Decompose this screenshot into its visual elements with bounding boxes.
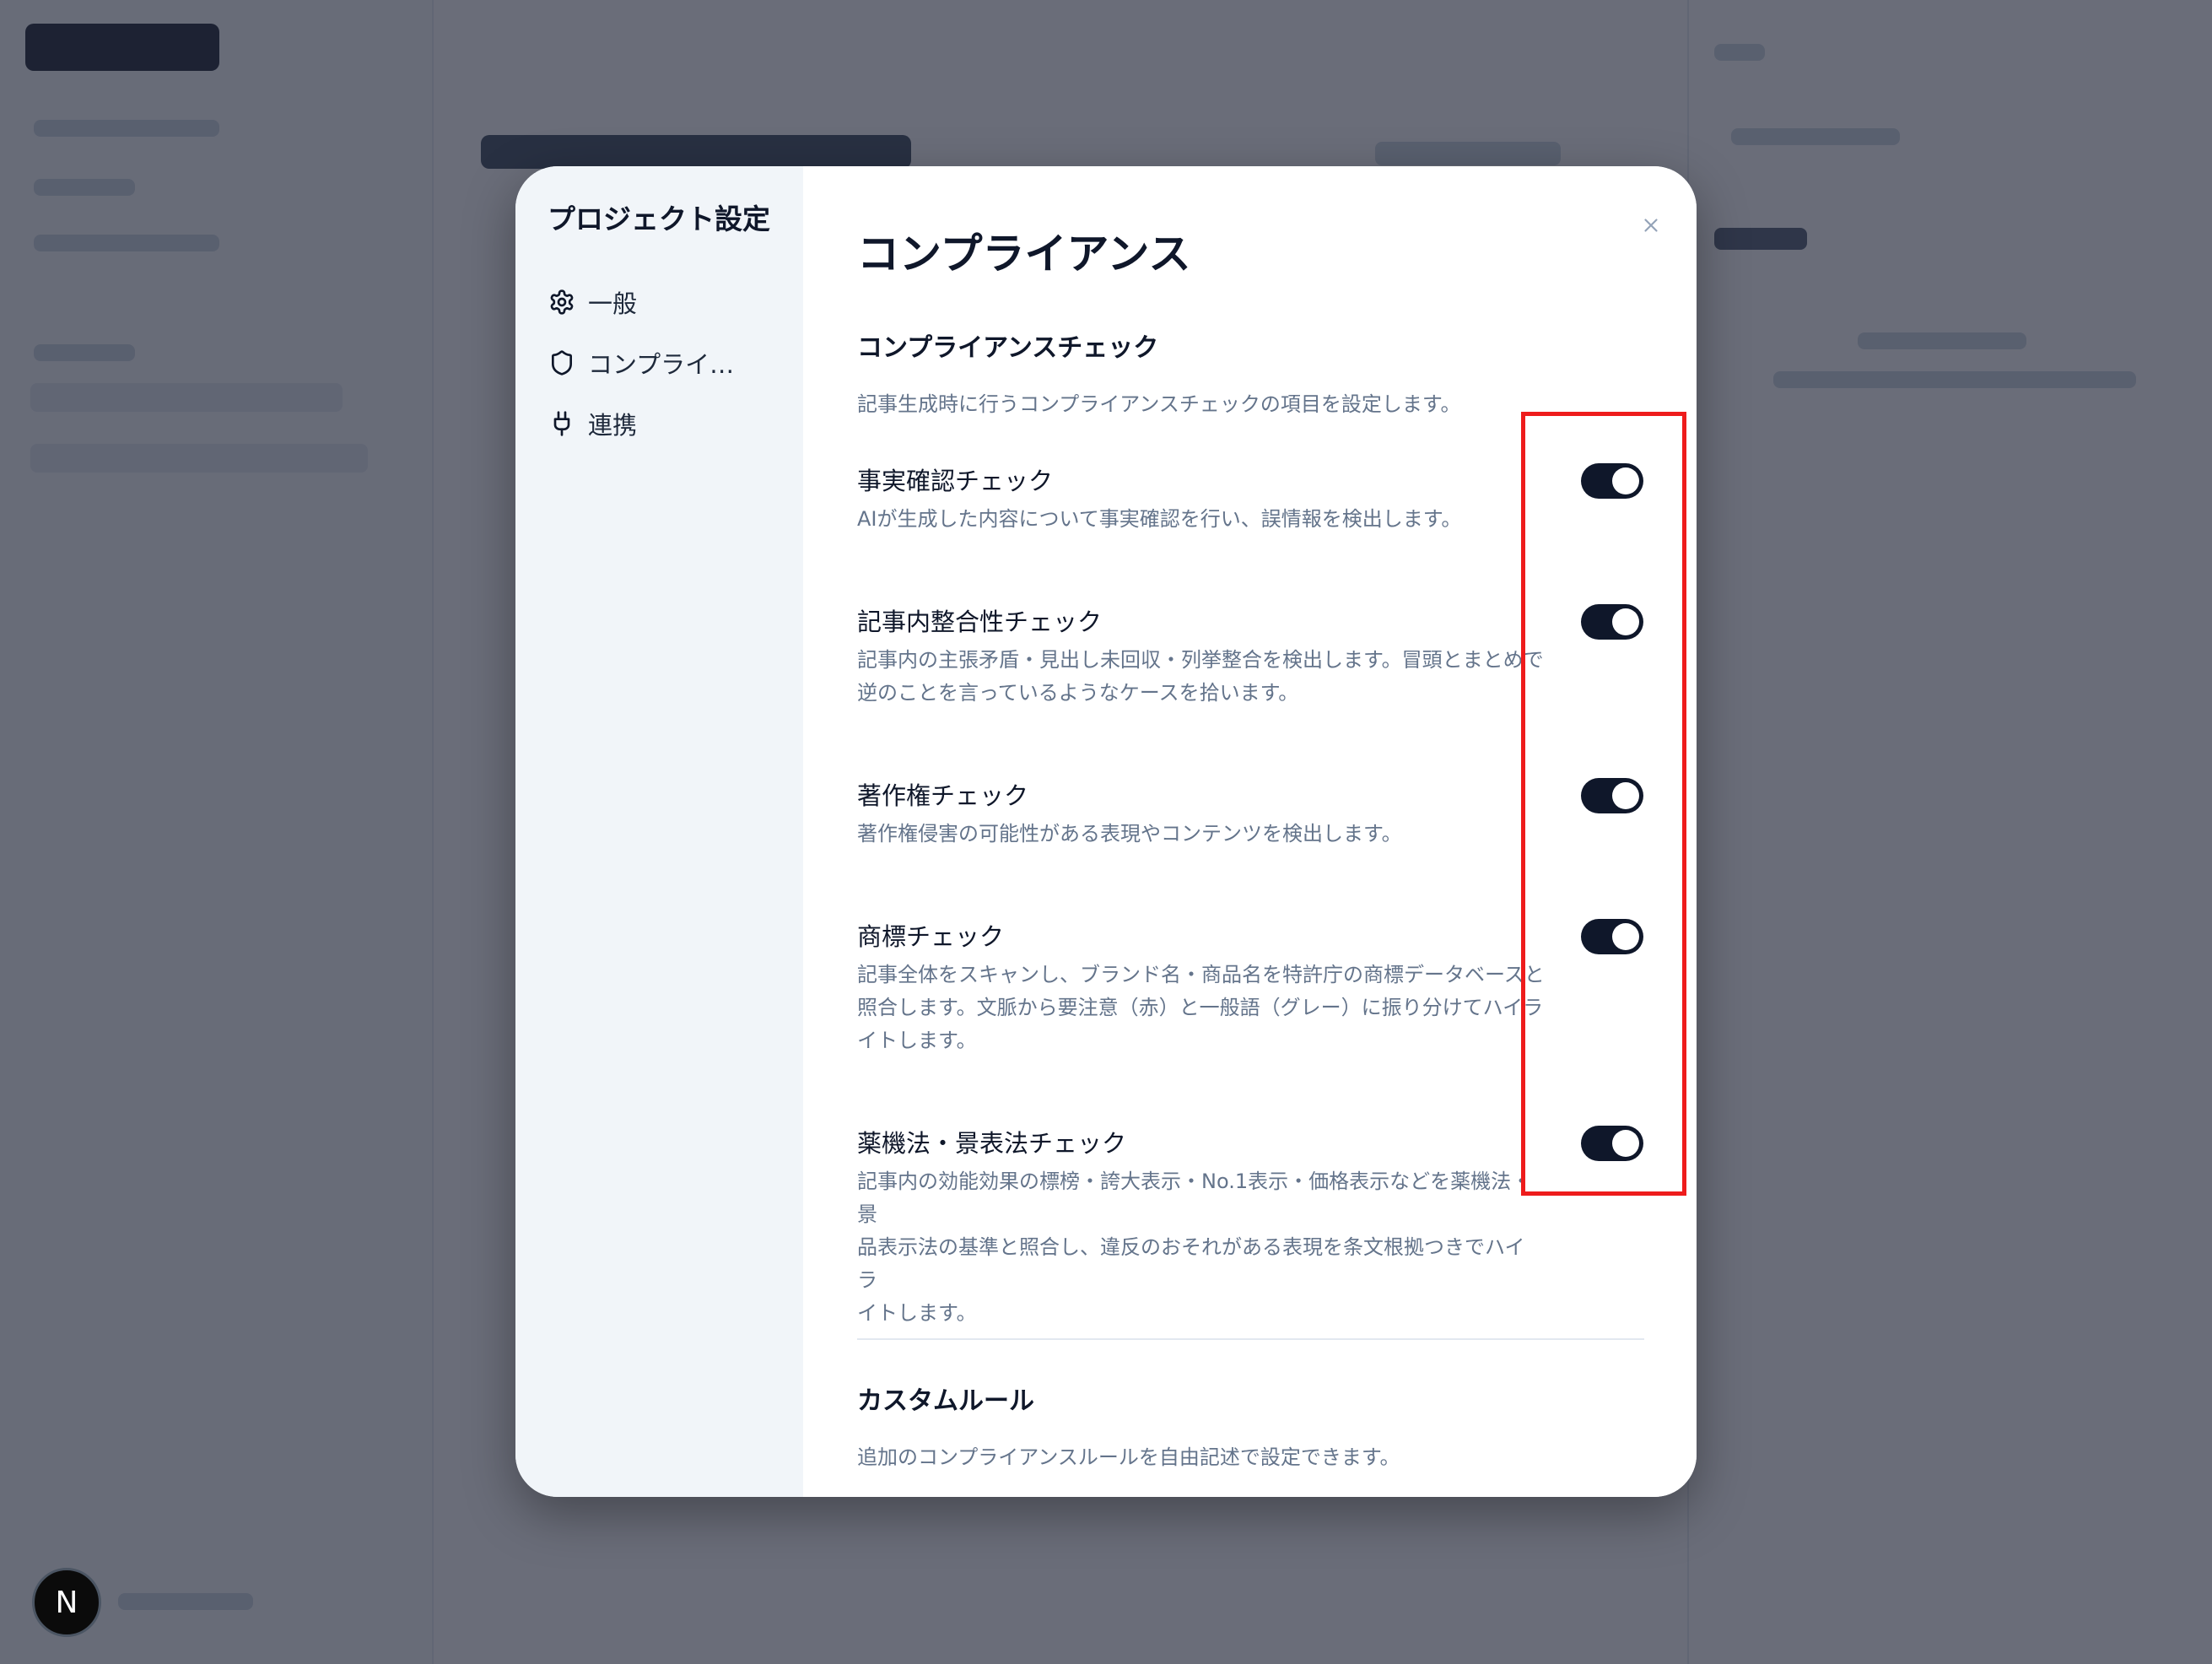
custom-rules-heading: カスタムルール <box>857 1386 1034 1416</box>
pharma-law-check-description: 記事内の効能効果の標榜・誇大表示・No.1表示・価格表示などを薬機法・景 品表示… <box>857 1170 1532 1325</box>
page-title: コンプライアンス <box>857 230 1191 278</box>
trademark-check-description: 記事全体をスキャンし、ブランド名・商品名を特許庁の商標データベースと 照合します… <box>857 963 1545 1052</box>
consistency-check-description: 記事内の主張矛盾・見出し未回収・列挙整合を検出します。冒頭とまとめで 逆のことを… <box>857 648 1544 705</box>
nav-item-general-label: 一般 <box>588 289 638 318</box>
nav-item-integrations[interactable]: 連携 <box>548 402 792 445</box>
fact-check-description: AIが生成した内容について事実確認を行い、誤情報を検出します。 <box>857 507 1462 531</box>
gear-icon <box>548 288 576 316</box>
annotation-highlight-box <box>1521 412 1686 1196</box>
nav-item-general[interactable]: 一般 <box>548 281 792 323</box>
pharma-law-check-title: 薬機法・景表法チェック <box>857 1129 1127 1158</box>
close-button[interactable] <box>1627 203 1675 251</box>
nav-item-compliance-label: コンプライア... <box>588 350 757 379</box>
close-icon <box>1640 214 1662 240</box>
nav-item-compliance[interactable]: コンプライア... <box>548 342 792 384</box>
fact-check-title: 事実確認チェック <box>857 467 1054 495</box>
nextjs-dev-badge[interactable]: N <box>32 1568 101 1637</box>
compliance-check-description: 記事生成時に行うコンプライアンスチェックの項目を設定します。 <box>857 392 1461 416</box>
custom-rules-description: 追加のコンプライアンスルールを自由記述で設定できます。 <box>857 1445 1400 1469</box>
settings-nav: プロジェクト設定 一般 コンプライア... 連携 <box>515 166 803 1497</box>
plug-icon <box>548 409 576 438</box>
nextjs-logo-icon: N <box>55 1585 78 1620</box>
shield-icon <box>548 348 576 377</box>
trademark-check-title: 商標チェック <box>857 922 1005 951</box>
section-divider <box>857 1338 1644 1340</box>
consistency-check-title: 記事内整合性チェック <box>857 608 1103 636</box>
app-root: N プロジェクト設定 一般 コンプライア... 連携 コンプライアンス コンプラ… <box>0 0 2212 1664</box>
project-settings-modal: プロジェクト設定 一般 コンプライア... 連携 コンプライアンス コンプライア… <box>515 166 1697 1497</box>
copyright-check-title: 著作権チェック <box>857 781 1029 810</box>
copyright-check-description: 著作権侵害の可能性がある表現やコンテンツを検出します。 <box>857 822 1402 846</box>
nav-item-integrations-label: 連携 <box>588 411 638 440</box>
settings-nav-title: プロジェクト設定 <box>548 203 770 235</box>
compliance-check-heading: コンプライアンスチェック <box>857 333 1159 363</box>
